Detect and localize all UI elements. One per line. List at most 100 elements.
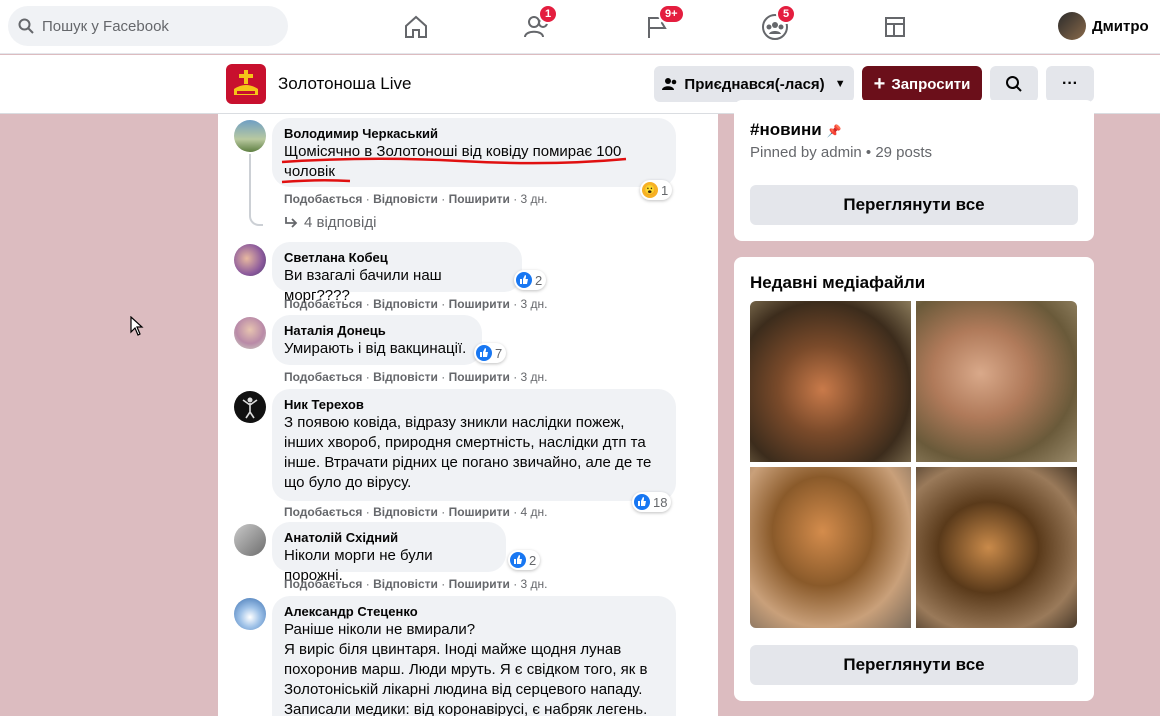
caret-down-icon: ▼	[834, 78, 846, 90]
wow-reaction-icon: 😮	[642, 182, 658, 198]
media-thumbnail[interactable]	[916, 467, 1077, 628]
like-link[interactable]: Подобається	[284, 192, 362, 206]
joined-label: Приєднався(-лася)	[684, 75, 825, 93]
home-nav-button[interactable]	[399, 10, 433, 44]
top-navigation-bar: Пошук у Facebook 1 9+ 5 Дмитро	[0, 0, 1160, 54]
comment-actions: Подобається · Відповісти · Поширити · 3 …	[284, 192, 548, 206]
reaction-count: 2	[535, 272, 543, 288]
share-link[interactable]: Поширити	[449, 192, 510, 206]
share-link[interactable]: Поширити	[449, 505, 510, 519]
comment-author[interactable]: Володимир Черкаський	[284, 126, 664, 142]
comment-author[interactable]: Светлана Кобец	[284, 250, 510, 266]
comment-author[interactable]: Анатолій Східний	[284, 530, 494, 546]
like-link[interactable]: Подобається	[284, 505, 362, 519]
comment-time[interactable]: 3 дн.	[521, 192, 548, 206]
groups-nav-button[interactable]: 5	[758, 4, 797, 44]
comment-text-line: З появою ковіда, відразу зникли наслідки…	[284, 414, 625, 431]
reply-link[interactable]: Відповісти	[373, 577, 438, 591]
group-logo[interactable]	[226, 64, 266, 104]
groups-badge: 5	[776, 4, 797, 24]
separator: ·	[509, 370, 521, 384]
joined-dropdown-button[interactable]: Приєднався(-лася) ▼	[654, 66, 854, 102]
gaming-nav-button[interactable]	[878, 10, 912, 44]
reaction-badge[interactable]: 2	[514, 270, 547, 290]
reaction-badge[interactable]: 😮 1	[640, 180, 673, 200]
comment-bubble: Александр Стеценко Раніше ніколи не вмир…	[272, 596, 676, 716]
comment-actions: Подобається · Відповісти · Поширити · 3 …	[284, 370, 548, 384]
pin-icon: 📌	[826, 124, 842, 138]
comment-actions: Подобається · Відповісти · Поширити · 3 …	[284, 297, 548, 311]
profile-shortcut[interactable]: Дмитро	[1058, 12, 1149, 40]
comment-author[interactable]: Александр Стеценко	[284, 604, 664, 620]
reply-link[interactable]: Відповісти	[373, 505, 438, 519]
hashtag-title[interactable]: #новини 📌	[750, 120, 841, 140]
separator: ·	[437, 370, 449, 384]
view-replies-link[interactable]: 4 відповіді	[284, 214, 376, 231]
reaction-badge[interactable]: 2	[508, 550, 541, 570]
group-name[interactable]: Золотоноша Live	[278, 74, 411, 94]
replies-count: 4 відповіді	[304, 214, 377, 231]
avatar[interactable]	[234, 120, 266, 152]
separator: ·	[437, 577, 449, 591]
avatar[interactable]	[234, 598, 266, 630]
share-link[interactable]: Поширити	[449, 370, 510, 384]
avatar[interactable]	[234, 244, 266, 276]
view-all-button[interactable]: Переглянути все	[750, 185, 1078, 225]
separator: ·	[362, 370, 374, 384]
reaction-count: 1	[661, 182, 669, 198]
reply-link[interactable]: Відповісти	[373, 192, 438, 206]
comment-text-line: Записали медики: від коронавірусі, є наб…	[284, 701, 648, 716]
reply-arrow-icon	[285, 216, 298, 228]
reply-link[interactable]: Відповісти	[373, 297, 438, 311]
invite-button[interactable]: + Запросити	[862, 66, 982, 102]
reaction-count: 18	[653, 494, 668, 510]
comment-bubble: Анатолій Східний Ніколи морги не були по…	[272, 522, 506, 584]
like-reaction-icon	[516, 272, 532, 288]
share-link[interactable]: Поширити	[449, 577, 510, 591]
like-link[interactable]: Подобається	[284, 577, 362, 591]
like-link[interactable]: Подобається	[284, 370, 362, 384]
pages-nav-button[interactable]: 9+	[640, 4, 685, 44]
separator: ·	[362, 505, 374, 519]
group-search-button[interactable]	[990, 66, 1038, 102]
avatar[interactable]	[234, 317, 266, 349]
hashtag-text: #новини	[750, 120, 822, 139]
like-reaction-icon	[510, 552, 526, 568]
pinned-info: Pinned by admin • 29 posts	[750, 144, 933, 161]
comment-author[interactable]: Наталія Донець	[284, 323, 470, 339]
comment-author[interactable]: Ник Терехов	[284, 397, 664, 413]
comment-time[interactable]: 4 дн.	[521, 505, 548, 519]
reaction-badge[interactable]: 18	[632, 492, 672, 512]
reaction-count: 2	[529, 552, 537, 568]
comment-time[interactable]: 3 дн.	[521, 297, 548, 311]
comment-text-line: що було до вірусу.	[284, 474, 412, 491]
comment-text-line: інше. Втрачати рідних це погано звичайно…	[284, 454, 652, 471]
comment-time[interactable]: 3 дн.	[521, 577, 548, 591]
like-link[interactable]: Подобається	[284, 297, 362, 311]
comment-text-line: похоронив марш. Люди мруть. Я є свідком …	[284, 661, 648, 678]
reaction-badge[interactable]: 7	[474, 343, 507, 363]
media-thumbnail[interactable]	[750, 467, 911, 628]
more-options-button[interactable]: ···	[1046, 66, 1094, 102]
media-thumbnail[interactable]	[750, 301, 911, 462]
reply-link[interactable]: Відповісти	[373, 370, 438, 384]
red-underline-annotation	[281, 157, 627, 184]
thread-line	[249, 154, 263, 226]
comment-bubble: Ник Терехов З появою ковіда, відразу зни…	[272, 389, 676, 501]
ellipsis-icon: ···	[1062, 75, 1078, 92]
share-link[interactable]: Поширити	[449, 297, 510, 311]
search-input[interactable]: Пошук у Facebook	[8, 6, 288, 46]
hashtag-card: #новини 📌 Pinned by admin • 29 posts Пер…	[734, 100, 1094, 241]
media-view-all-button[interactable]: Переглянути все	[750, 645, 1078, 685]
comment-time[interactable]: 3 дн.	[521, 370, 548, 384]
mouse-cursor-icon	[130, 316, 144, 336]
avatar[interactable]	[234, 391, 266, 423]
home-icon	[405, 15, 427, 38]
comment-bubble: Светлана Кобец Ви взагалі бачили наш мор…	[272, 242, 522, 304]
avatar[interactable]	[234, 524, 266, 556]
comment-text-line: Я виріс біля цвинтаря. Іноді майже щодня…	[284, 641, 622, 658]
media-thumbnail[interactable]	[916, 301, 1077, 462]
friends-nav-button[interactable]: 1	[520, 4, 559, 44]
separator: ·	[509, 297, 521, 311]
like-reaction-icon	[634, 494, 650, 510]
